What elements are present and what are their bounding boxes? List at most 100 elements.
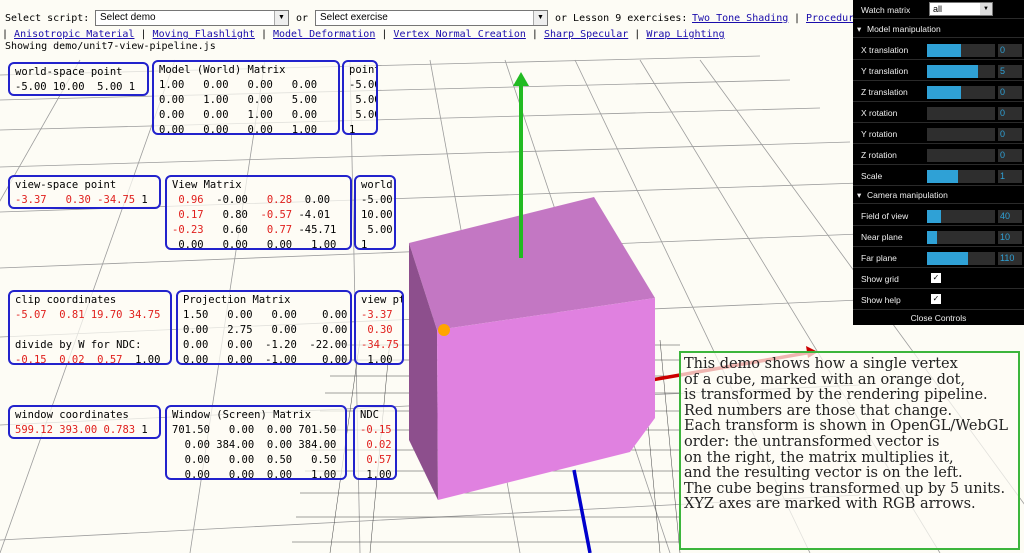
panel-view-space-point: view-space point -3.37 0.30 -34.75 1 [8, 175, 161, 209]
watch-matrix-row: Watch matrix all ▼ [853, 0, 1024, 19]
link-sharp-specular[interactable]: Sharp Specular [544, 29, 628, 40]
slider-label: Field of view [861, 211, 909, 221]
slider-track[interactable] [927, 107, 995, 120]
panel-title: Window (Screen) Matrix [172, 409, 312, 421]
slider-label: Z translation [861, 87, 908, 97]
panel-view-pt: view pt -3.37 0.30 -34.75 1.00 [354, 290, 404, 365]
matrix-row: 701.50 0.00 0.00 701.50 [172, 423, 340, 438]
slider-z-translation: Z translation 0 [853, 81, 1024, 102]
panel-world: world -5.00 10.00 5.00 1 [354, 175, 396, 250]
exercise-select[interactable]: Select exercise ▼ [315, 10, 548, 26]
camera-manipulation-header[interactable]: ▾ Camera manipulation [853, 186, 1024, 204]
link-separator: | [381, 29, 394, 40]
slider-track[interactable] [927, 86, 995, 99]
link-vertex-normal-creation[interactable]: Vertex Normal Creation [393, 29, 525, 40]
link-procedural[interactable]: Procedur [806, 13, 854, 24]
changed-value: -0.15 [360, 424, 392, 436]
slider-value-input[interactable]: 10 [998, 231, 1022, 244]
checkbox-label: Show help [861, 295, 901, 305]
slider-track[interactable] [927, 149, 995, 162]
matrix-value: -5.00 [349, 79, 378, 91]
panel-title: world-space point [15, 66, 123, 78]
model-manipulation-header[interactable]: ▾ Model manipulation [853, 20, 1024, 38]
vertex-dot [438, 324, 450, 336]
matrix-value: 701.50 0.00 0.00 701.50 [172, 424, 337, 436]
matrix-value: 0.00 1.00 0.00 5.00 [159, 94, 318, 106]
matrix-value: 1.50 0.00 0.00 0.00 [183, 309, 348, 321]
slider-value-input[interactable]: 0 [998, 86, 1022, 99]
matrix-row: 599.12 393.00 0.783 1 [15, 423, 154, 437]
collapse-triangle-icon: ▾ [857, 24, 862, 34]
help-line: of a cube, marked with an orange dot, [684, 371, 966, 388]
changed-value: 0.02 [360, 439, 392, 451]
matrix-value: 0.60 [203, 224, 267, 236]
exercise-links: | Anisotropic Material | Moving Flashlig… [2, 29, 725, 40]
slider-track[interactable] [927, 44, 995, 57]
matrix-row: 5.00 [361, 223, 392, 238]
help-line: and the resulting vector is on the left. [684, 465, 963, 482]
link-wrap-lighting[interactable]: Wrap Lighting [646, 29, 724, 40]
slider-track[interactable] [927, 128, 995, 141]
matrix-row: 0.00 384.00 0.00 384.00 [172, 438, 340, 453]
changed-value: -0.57 [260, 209, 293, 221]
matrix-row [15, 323, 165, 338]
lesson-label: or Lesson 9 exercises: [555, 13, 688, 24]
watch-matrix-select[interactable]: all ▼ [929, 2, 993, 16]
matrix-row: 0.00 0.00 0.00 1.00 [172, 468, 340, 480]
link-model-deformation[interactable]: Model Deformation [273, 29, 375, 40]
matrix-row: 5.00 [349, 108, 376, 123]
changed-value: 599.12 393.00 0.783 [15, 424, 136, 436]
matrix-row: -5.00 10.00 5.00 1 [15, 80, 142, 94]
slider-label: Far plane [861, 253, 897, 263]
slider-track[interactable] [927, 65, 995, 78]
demo-select[interactable]: Select demo ▼ [95, 10, 289, 26]
panel-title: View Matrix [172, 179, 242, 191]
matrix-value: 0.00 0.00 0.50 0.50 [172, 454, 337, 466]
panel-title: Model (World) Matrix [159, 64, 286, 76]
matrix-value: 0.80 [203, 209, 261, 221]
checkbox[interactable]: ✓ [931, 273, 941, 283]
panel-title: window coordinates [15, 409, 129, 421]
slider-field-of-view: Field of view 40 [853, 205, 1024, 226]
matrix-row: 0.17 0.80 -0.57 -4.01 [172, 208, 345, 223]
slider-value-input[interactable]: 1 [998, 170, 1022, 183]
link-two-tone-shading[interactable]: Two Tone Shading [692, 13, 788, 24]
slider-track[interactable] [927, 210, 995, 223]
slider-value-input[interactable]: 40 [998, 210, 1022, 223]
matrix-row: divide by W for NDC: [15, 338, 165, 353]
matrix-row: 1.00 0.00 0.00 0.00 [159, 78, 333, 93]
changed-value: 0.96 [172, 194, 204, 206]
slider-value-input[interactable]: 5 [998, 65, 1022, 78]
slider-value-input[interactable]: 110 [998, 252, 1022, 265]
slider-track[interactable] [927, 170, 995, 183]
panel-point: point -5.00 5.00 5.00 1 [342, 60, 378, 135]
panel-title: view-space point [15, 179, 117, 191]
slider-fill [927, 65, 978, 78]
z-axis-arrow [572, 469, 592, 553]
checkbox[interactable]: ✓ [931, 294, 941, 304]
changed-value: -0.23 [172, 224, 204, 236]
slider-value-input[interactable]: 0 [998, 128, 1022, 141]
matrix-row: 0.00 2.75 0.00 0.00 [183, 323, 347, 338]
show-grid-row: Show grid ✓ [853, 268, 1024, 289]
slider-track[interactable] [927, 252, 995, 265]
show-help-row: Show help ✓ [853, 289, 1024, 310]
link-anisotropic-material[interactable]: Anisotropic Material [14, 29, 134, 40]
panel-title: Projection Matrix [183, 294, 291, 306]
matrix-value: 0.00 0.00 0.00 1.00 [172, 469, 337, 480]
y-axis-arrowhead [513, 72, 529, 86]
panel-title: point [349, 64, 378, 76]
chevron-down-icon: ▼ [980, 3, 992, 15]
slider-track[interactable] [927, 231, 995, 244]
slider-value-input[interactable]: 0 [998, 44, 1022, 57]
changed-value: -3.37 [361, 309, 393, 321]
checkbox-label: Show grid [861, 274, 899, 284]
link-moving-flashlight[interactable]: Moving Flashlight [153, 29, 255, 40]
matrix-value: 0.00 [292, 194, 331, 206]
close-controls-button[interactable]: Close Controls [853, 311, 1024, 325]
slider-label: X translation [861, 45, 909, 55]
slider-value-input[interactable]: 0 [998, 107, 1022, 120]
help-line: on the right, the matrix multiplies it, [684, 449, 954, 466]
slider-value-input[interactable]: 0 [998, 149, 1022, 162]
changed-value: 0.17 [172, 209, 204, 221]
